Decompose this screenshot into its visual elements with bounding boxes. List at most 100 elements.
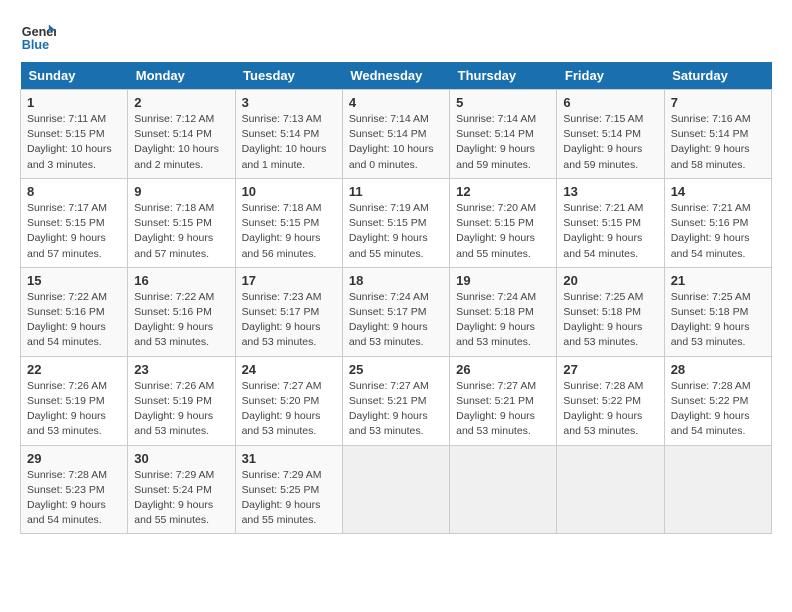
day-number: 4 <box>349 95 443 110</box>
calendar-cell: 13 Sunrise: 7:21 AM Sunset: 5:15 PM Dayli… <box>557 178 664 267</box>
calendar-cell: 22Sunrise: 7:26 AM Sunset: 5:19 PM Dayli… <box>21 356 128 445</box>
day-info: Sunrise: 7:22 AM Sunset: 5:16 PM Dayligh… <box>134 290 228 351</box>
calendar-cell: 5 Sunrise: 7:14 AM Sunset: 5:14 PM Daylig… <box>450 90 557 179</box>
calendar-cell: 16 Sunrise: 7:22 AM Sunset: 5:16 PM Dayli… <box>128 267 235 356</box>
calendar-cell: 26 Sunrise: 7:27 AM Sunset: 5:21 PM Dayli… <box>450 356 557 445</box>
calendar-cell <box>664 445 771 534</box>
day-number: 15 <box>27 273 121 288</box>
day-number: 14 <box>671 184 765 199</box>
day-number: 19 <box>456 273 550 288</box>
day-info: Sunrise: 7:28 AM Sunset: 5:22 PM Dayligh… <box>671 379 765 440</box>
day-info: Sunrise: 7:13 AM Sunset: 5:14 PM Dayligh… <box>242 112 336 173</box>
day-info: Sunrise: 7:25 AM Sunset: 5:18 PM Dayligh… <box>671 290 765 351</box>
header-wednesday: Wednesday <box>342 62 449 90</box>
day-number: 29 <box>27 451 121 466</box>
calendar-cell: 9 Sunrise: 7:18 AM Sunset: 5:15 PM Daylig… <box>128 178 235 267</box>
logo: General Blue <box>20 20 60 56</box>
calendar-cell: 14 Sunrise: 7:21 AM Sunset: 5:16 PM Dayli… <box>664 178 771 267</box>
day-number: 24 <box>242 362 336 377</box>
day-number: 5 <box>456 95 550 110</box>
day-info: Sunrise: 7:27 AM Sunset: 5:20 PM Dayligh… <box>242 379 336 440</box>
day-info: Sunrise: 7:18 AM Sunset: 5:15 PM Dayligh… <box>134 201 228 262</box>
page-header: General Blue <box>20 20 772 56</box>
day-number: 2 <box>134 95 228 110</box>
calendar-cell <box>450 445 557 534</box>
day-info: Sunrise: 7:23 AM Sunset: 5:17 PM Dayligh… <box>242 290 336 351</box>
header-tuesday: Tuesday <box>235 62 342 90</box>
day-number: 3 <box>242 95 336 110</box>
day-number: 20 <box>563 273 657 288</box>
calendar-cell: 31 Sunrise: 7:29 AM Sunset: 5:25 PM Dayli… <box>235 445 342 534</box>
day-number: 12 <box>456 184 550 199</box>
calendar-week-1: 1 Sunrise: 7:11 AM Sunset: 5:15 PM Daylig… <box>21 90 772 179</box>
day-info: Sunrise: 7:27 AM Sunset: 5:21 PM Dayligh… <box>456 379 550 440</box>
day-info: Sunrise: 7:21 AM Sunset: 5:16 PM Dayligh… <box>671 201 765 262</box>
day-info: Sunrise: 7:16 AM Sunset: 5:14 PM Dayligh… <box>671 112 765 173</box>
calendar-header-row: SundayMondayTuesdayWednesdayThursdayFrid… <box>21 62 772 90</box>
calendar-cell: 15 Sunrise: 7:22 AM Sunset: 5:16 PM Dayli… <box>21 267 128 356</box>
day-number: 30 <box>134 451 228 466</box>
header-friday: Friday <box>557 62 664 90</box>
calendar-cell: 11 Sunrise: 7:19 AM Sunset: 5:15 PM Dayli… <box>342 178 449 267</box>
header-saturday: Saturday <box>664 62 771 90</box>
day-number: 26 <box>456 362 550 377</box>
day-info: Sunrise: 7:27 AM Sunset: 5:21 PM Dayligh… <box>349 379 443 440</box>
day-info: Sunrise: 7:14 AM Sunset: 5:14 PM Dayligh… <box>456 112 550 173</box>
day-number: 7 <box>671 95 765 110</box>
day-info: Sunrise: 7:21 AM Sunset: 5:15 PM Dayligh… <box>563 201 657 262</box>
day-number: 6 <box>563 95 657 110</box>
calendar-cell: 29 Sunrise: 7:28 AM Sunset: 5:23 PM Dayli… <box>21 445 128 534</box>
calendar-cell: 1 Sunrise: 7:11 AM Sunset: 5:15 PM Daylig… <box>21 90 128 179</box>
calendar-cell: 10Sunrise: 7:18 AM Sunset: 5:15 PM Dayli… <box>235 178 342 267</box>
calendar-cell: 2 Sunrise: 7:12 AM Sunset: 5:14 PM Daylig… <box>128 90 235 179</box>
calendar-week-3: 15 Sunrise: 7:22 AM Sunset: 5:16 PM Dayli… <box>21 267 772 356</box>
svg-text:Blue: Blue <box>22 38 49 52</box>
calendar-week-4: 22 Sunrise: 7:26 AM Sunset: 5:19 PM Dayli… <box>21 356 772 445</box>
calendar-cell: 19 Sunrise: 7:24 AM Sunset: 5:18 PM Dayli… <box>450 267 557 356</box>
calendar-cell: 24 Sunrise: 7:27 AM Sunset: 5:20 PM Dayli… <box>235 356 342 445</box>
day-number: 25 <box>349 362 443 377</box>
day-info: Sunrise: 7:29 AM Sunset: 5:24 PM Dayligh… <box>134 468 228 529</box>
day-info: Sunrise: 7:29 AM Sunset: 5:25 PM Dayligh… <box>242 468 336 529</box>
calendar-cell <box>557 445 664 534</box>
calendar-cell: 12Sunrise: 7:20 AM Sunset: 5:15 PM Dayli… <box>450 178 557 267</box>
calendar-cell: 25 Sunrise: 7:27 AM Sunset: 5:21 PM Dayli… <box>342 356 449 445</box>
calendar-cell: 8 Sunrise: 7:17 AM Sunset: 5:15 PM Daylig… <box>21 178 128 267</box>
day-number: 1 <box>27 95 121 110</box>
day-info: Sunrise: 7:12 AM Sunset: 5:14 PM Dayligh… <box>134 112 228 173</box>
day-number: 28 <box>671 362 765 377</box>
day-info: Sunrise: 7:19 AM Sunset: 5:15 PM Dayligh… <box>349 201 443 262</box>
logo-icon: General Blue <box>20 20 56 56</box>
day-info: Sunrise: 7:14 AM Sunset: 5:14 PM Dayligh… <box>349 112 443 173</box>
day-info: Sunrise: 7:22 AM Sunset: 5:16 PM Dayligh… <box>27 290 121 351</box>
day-number: 11 <box>349 184 443 199</box>
day-number: 31 <box>242 451 336 466</box>
day-info: Sunrise: 7:25 AM Sunset: 5:18 PM Dayligh… <box>563 290 657 351</box>
calendar-cell: 17Sunrise: 7:23 AM Sunset: 5:17 PM Dayli… <box>235 267 342 356</box>
day-info: Sunrise: 7:24 AM Sunset: 5:18 PM Dayligh… <box>456 290 550 351</box>
calendar-cell <box>342 445 449 534</box>
day-number: 27 <box>563 362 657 377</box>
header-sunday: Sunday <box>21 62 128 90</box>
day-number: 13 <box>563 184 657 199</box>
calendar-cell: 3 Sunrise: 7:13 AM Sunset: 5:14 PM Daylig… <box>235 90 342 179</box>
day-number: 9 <box>134 184 228 199</box>
day-number: 21 <box>671 273 765 288</box>
day-number: 8 <box>27 184 121 199</box>
calendar-week-5: 29 Sunrise: 7:28 AM Sunset: 5:23 PM Dayli… <box>21 445 772 534</box>
day-number: 22 <box>27 362 121 377</box>
day-info: Sunrise: 7:24 AM Sunset: 5:17 PM Dayligh… <box>349 290 443 351</box>
day-info: Sunrise: 7:28 AM Sunset: 5:23 PM Dayligh… <box>27 468 121 529</box>
calendar-cell: 30 Sunrise: 7:29 AM Sunset: 5:24 PM Dayli… <box>128 445 235 534</box>
day-info: Sunrise: 7:11 AM Sunset: 5:15 PM Dayligh… <box>27 112 121 173</box>
day-number: 16 <box>134 273 228 288</box>
calendar-cell: 21 Sunrise: 7:25 AM Sunset: 5:18 PM Dayli… <box>664 267 771 356</box>
day-info: Sunrise: 7:17 AM Sunset: 5:15 PM Dayligh… <box>27 201 121 262</box>
calendar-cell: 20 Sunrise: 7:25 AM Sunset: 5:18 PM Dayli… <box>557 267 664 356</box>
day-info: Sunrise: 7:18 AM Sunset: 5:15 PM Dayligh… <box>242 201 336 262</box>
day-info: Sunrise: 7:26 AM Sunset: 5:19 PM Dayligh… <box>134 379 228 440</box>
calendar-cell: 18Sunrise: 7:24 AM Sunset: 5:17 PM Dayli… <box>342 267 449 356</box>
header-monday: Monday <box>128 62 235 90</box>
calendar-cell: 7 Sunrise: 7:16 AM Sunset: 5:14 PM Daylig… <box>664 90 771 179</box>
day-info: Sunrise: 7:28 AM Sunset: 5:22 PM Dayligh… <box>563 379 657 440</box>
